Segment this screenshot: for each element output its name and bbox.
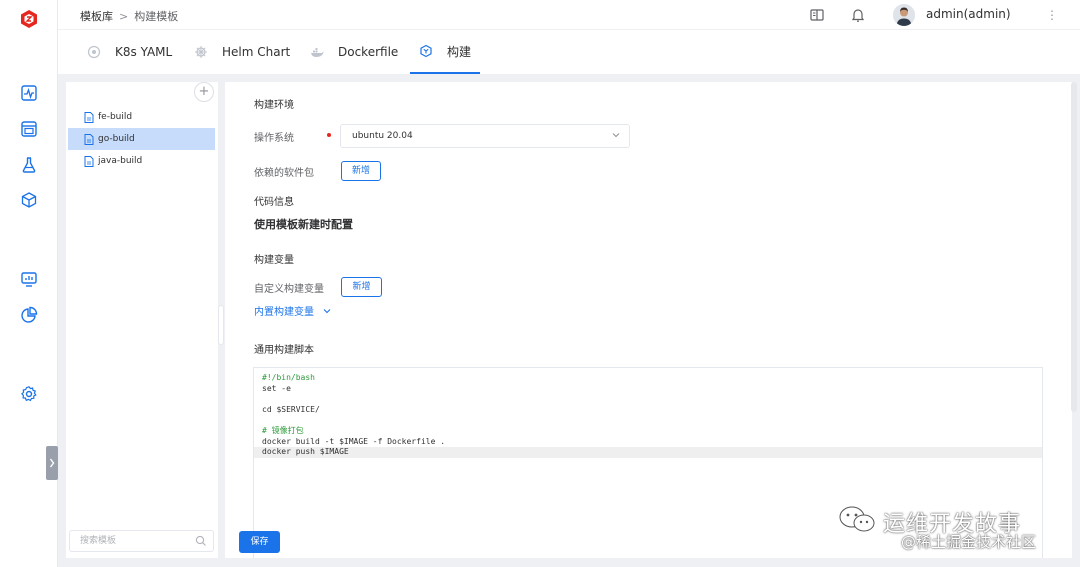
collapse-rail-handle[interactable]: [46, 446, 58, 480]
code-line: #!/bin/bash: [262, 373, 315, 382]
tab-helm-chart[interactable]: Helm Chart: [194, 30, 290, 74]
top-header: 模板库 > 构建模板 admin(admin) ⋮: [58, 0, 1080, 30]
builtin-variables-toggle[interactable]: 内置构建变量: [254, 303, 332, 318]
build-icon: [420, 44, 432, 58]
notification-bell-icon[interactable]: [850, 7, 866, 23]
search-placeholder: 搜索模板: [80, 536, 117, 546]
tab-label: Helm Chart: [222, 45, 291, 59]
user-avatar[interactable]: [893, 4, 915, 26]
list-item-label: go-build: [98, 134, 135, 144]
pulse-chart-icon[interactable]: [20, 84, 38, 102]
chevron-down-icon: [323, 308, 331, 313]
panel-resize-handle[interactable]: [218, 305, 224, 345]
tab-k8s-yaml[interactable]: K8s YAML: [87, 30, 172, 74]
breadcrumb-template-library[interactable]: 模板库: [80, 10, 113, 23]
nav-rail: [0, 0, 58, 567]
list-item-go-build[interactable]: go-build: [68, 128, 215, 150]
file-icon: [84, 133, 94, 145]
code-line: docker build -t $IMAGE -f Dockerfile .: [262, 436, 446, 446]
section-build-environment: 构建环境: [254, 100, 294, 111]
watermark: 运维开发故事 @稀土掘金技术社区: [835, 500, 1075, 560]
template-type-tabs: K8s YAML Helm Chart Dockerfile 构建: [58, 30, 1080, 74]
list-item-java-build[interactable]: java-build: [68, 150, 215, 172]
os-selected-value: ubuntu 20.04: [352, 131, 413, 141]
dependencies-label: 依赖的软件包: [254, 168, 314, 179]
builtin-variables-label: 内置构建变量: [254, 307, 314, 318]
add-template-button[interactable]: +: [194, 82, 214, 102]
save-button[interactable]: 保存: [239, 531, 280, 553]
list-item-label: java-build: [98, 156, 143, 166]
custom-variables-label: 自定义构建变量: [254, 284, 324, 295]
helm-icon: [195, 46, 207, 58]
docs-book-icon[interactable]: [809, 7, 825, 23]
template-list-panel: + fe-build go-build java-build 搜索模板: [66, 82, 218, 558]
tab-label: K8s YAML: [115, 45, 173, 59]
code-line: cd $SERVICE/: [262, 404, 320, 414]
section-code-info: 代码信息: [254, 197, 294, 208]
section-build-variables: 构建变量: [254, 255, 294, 266]
tab-build[interactable]: 构建: [410, 30, 481, 74]
code-line: # 镜像打包: [262, 425, 304, 435]
search-icon: [195, 535, 206, 546]
main-scrollbar[interactable]: [1071, 82, 1077, 412]
package-icon[interactable]: [20, 191, 38, 209]
breadcrumb-build-template: 构建模板: [134, 10, 179, 23]
chevron-down-icon: [612, 133, 620, 138]
tab-label: 构建: [447, 44, 472, 59]
watermark-source: @稀土掘金技术社区: [901, 533, 1037, 551]
template-list: fe-build go-build java-build: [68, 106, 215, 172]
add-dependency-button[interactable]: 新增: [341, 161, 381, 181]
list-item-label: fe-build: [98, 112, 133, 122]
breadcrumb-separator: >: [119, 10, 129, 23]
wechat-logo-icon: [839, 506, 875, 532]
code-line: set -e: [262, 383, 291, 393]
tab-dockerfile[interactable]: Dockerfile: [310, 30, 398, 74]
service-window-icon[interactable]: [20, 120, 38, 138]
code-line-active: docker push $IMAGE: [254, 447, 1042, 458]
settings-gear-icon[interactable]: [20, 385, 38, 403]
file-icon: [84, 155, 94, 167]
add-custom-variable-button[interactable]: 新增: [341, 277, 382, 297]
os-label: 操作系统: [254, 133, 294, 144]
list-item-fe-build[interactable]: fe-build: [68, 106, 215, 128]
k8s-icon: [87, 45, 101, 59]
dashboard-monitor-icon[interactable]: [20, 270, 38, 288]
username[interactable]: admin(admin): [926, 7, 1011, 21]
os-select[interactable]: ubuntu 20.04: [340, 124, 630, 148]
more-menu-icon[interactable]: ⋮: [1046, 8, 1058, 22]
required-marker: [327, 133, 331, 137]
section-build-script: 通用构建脚本: [254, 345, 314, 356]
breadcrumb: 模板库 > 构建模板: [80, 8, 178, 24]
template-search-input[interactable]: 搜索模板: [69, 530, 214, 552]
flask-icon[interactable]: [20, 156, 38, 174]
tab-label: Dockerfile: [338, 45, 399, 59]
chevron-right-icon: [49, 458, 55, 468]
zadig-logo-icon[interactable]: [19, 9, 39, 29]
avatar-person-icon: [893, 4, 915, 26]
build-template-form: 构建环境 操作系统 ubuntu 20.04 依赖的软件包 新增 代码信息 使用…: [225, 82, 1072, 558]
pie-chart-icon[interactable]: [20, 306, 38, 324]
file-icon: [84, 111, 94, 123]
docker-icon: [311, 48, 324, 57]
code-config-note: 使用模板新建时配置: [254, 218, 353, 231]
